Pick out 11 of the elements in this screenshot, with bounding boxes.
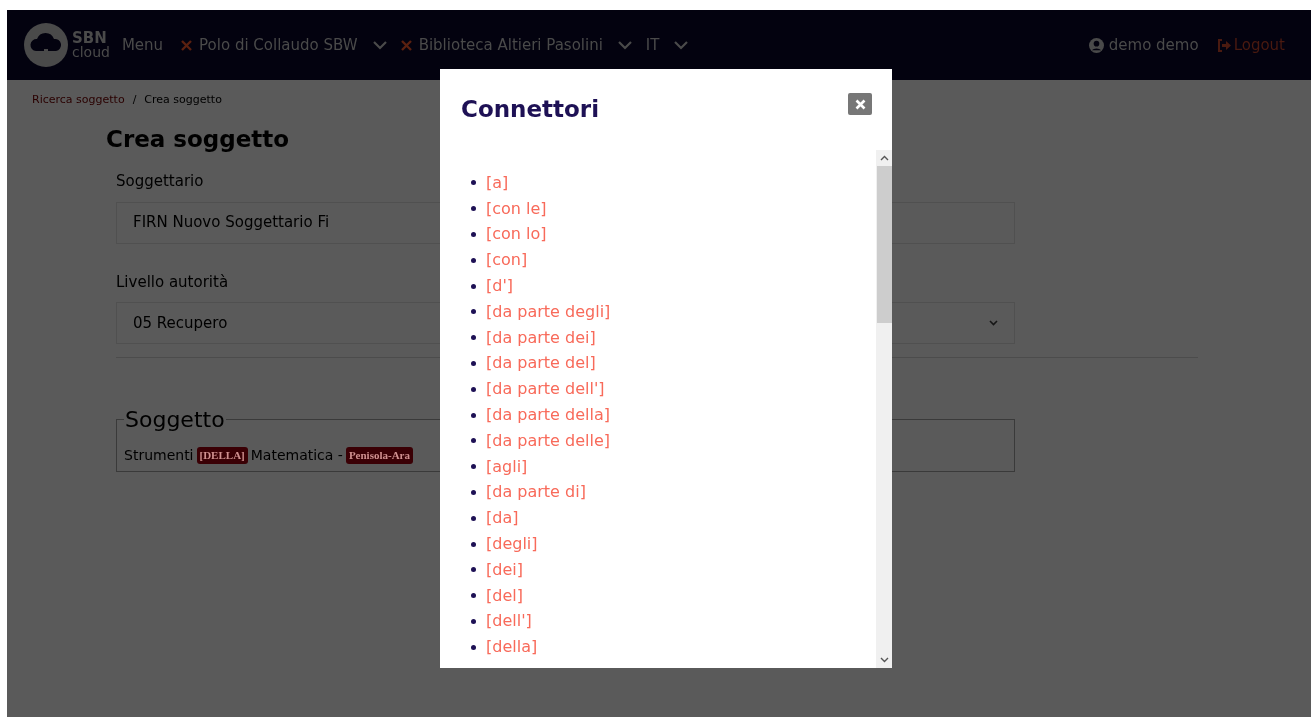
dialog-title: Connettori — [461, 95, 600, 124]
subject-text: Strumenti — [124, 446, 194, 465]
connector-tag: Penisola-Ara — [345, 447, 413, 464]
field-label: Livello autorità — [116, 271, 229, 293]
page-title: Crea soggetto — [106, 124, 290, 154]
connector-tag: [DELLA] — [196, 447, 248, 464]
breadcrumb-current: Crea soggetto — [144, 92, 222, 108]
field-label: Soggettario — [116, 171, 204, 192]
breadcrumb-separator: / — [132, 92, 137, 108]
subject-legend: Soggetto — [124, 403, 226, 436]
subject-text: Matematica - — [250, 446, 343, 465]
